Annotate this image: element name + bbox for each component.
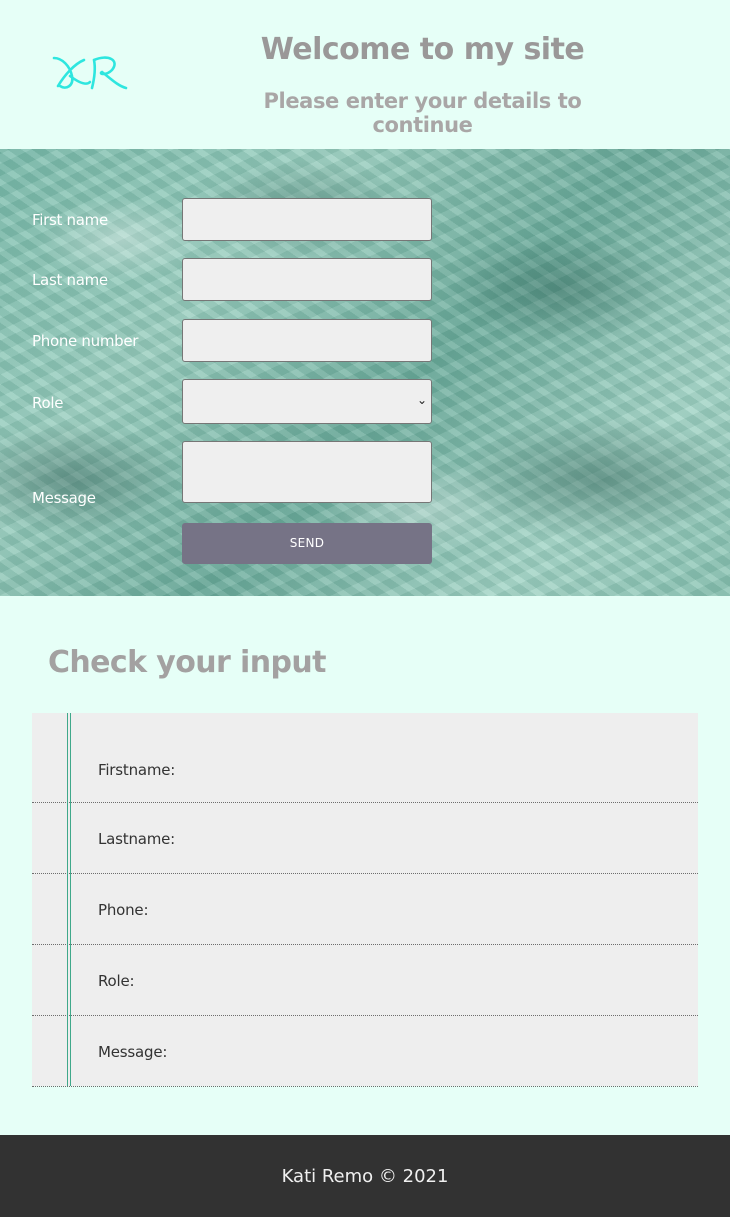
- table-row: Role:: [32, 945, 698, 1016]
- send-button[interactable]: SEND: [182, 523, 432, 564]
- role-select[interactable]: ⌄: [182, 379, 432, 424]
- phone-row-label: Phone:: [98, 901, 149, 919]
- first-name-label: First name: [32, 211, 108, 229]
- last-name-label: Last name: [32, 271, 108, 289]
- phone-number-input[interactable]: [182, 319, 432, 362]
- last-name-input[interactable]: [182, 258, 432, 301]
- footer-copyright: Kati Remo © 2021: [281, 1166, 449, 1187]
- phone-number-label: Phone number: [32, 332, 139, 350]
- page-subtitle: Please enter your details to continue: [263, 89, 582, 137]
- message-textarea[interactable]: [182, 441, 432, 503]
- message-label: Message: [32, 489, 96, 507]
- firstname-row-label: Firstname:: [98, 761, 176, 779]
- message-row-label: Message:: [98, 1043, 168, 1061]
- site-header: Welcome to my site Please enter your det…: [0, 0, 730, 149]
- site-logo: [52, 56, 128, 90]
- role-row-label: Role:: [98, 972, 135, 990]
- input-summary-table: Firstname: Lastname: Phone: Role: Messag…: [32, 713, 698, 1087]
- page-title: Welcome to my site: [260, 32, 585, 67]
- table-divider-line: [67, 713, 68, 1086]
- table-row: Lastname:: [32, 803, 698, 874]
- table-row: Phone:: [32, 874, 698, 945]
- site-footer: Kati Remo © 2021: [0, 1135, 730, 1217]
- lastname-row-label: Lastname:: [98, 830, 176, 848]
- table-row: Message:: [32, 1016, 698, 1087]
- contact-form: First name Last name Phone number Role ⌄…: [0, 149, 730, 596]
- table-row: Firstname:: [32, 713, 698, 803]
- table-divider-line: [70, 713, 71, 1086]
- chevron-down-icon: ⌄: [416, 393, 427, 407]
- check-input-title: Check your input: [48, 645, 326, 680]
- first-name-input[interactable]: [182, 198, 432, 241]
- role-label: Role: [32, 394, 64, 412]
